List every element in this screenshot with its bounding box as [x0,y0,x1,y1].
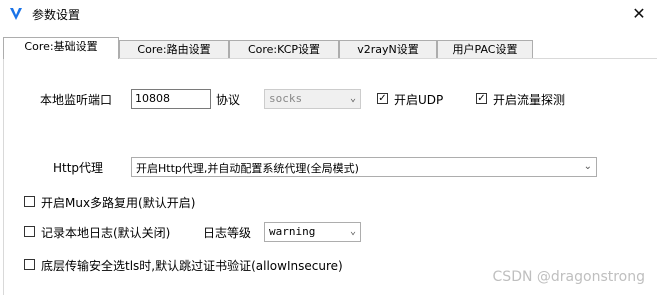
title-bar: 参数设置 ✕ [0,0,657,28]
log-level-value: warning [269,225,316,238]
watermark: CSDN @dragonstrong [492,269,645,285]
local-log-checkbox[interactable] [24,226,35,237]
http-proxy-select[interactable]: 开启Http代理,并自动配置系统代理(全局模式) ⌄ [131,157,597,177]
checkmark-icon: ✓ [477,93,486,104]
protocol-select: socks ⌄ [264,89,361,109]
chevron-down-icon: ⌄ [349,93,356,104]
chevron-down-icon: ⌄ [349,226,356,237]
enable-sniffing-label: 开启流量探测 [493,93,566,107]
window-title: 参数设置 [32,8,81,22]
allow-insecure-label: 底层传输安全选tls时,默认跳过证书验证(allowInsecure) [41,259,343,273]
checkmark-icon: ✓ [378,93,387,104]
mux-label: 开启Mux多路复用(默认开启) [41,196,196,210]
local-port-input[interactable]: 10808 [131,89,211,109]
tab-pac-settings[interactable]: 用户PAC设置 [437,40,533,58]
mux-checkbox[interactable] [24,196,35,207]
http-proxy-label: Http代理 [53,161,104,175]
basic-settings-panel: 本地监听端口 10808 协议 socks ⌄ ✓ 开启UDP ✓ 开启流量探测… [3,58,657,295]
log-level-label: 日志等级 [203,226,252,240]
local-port-label: 本地监听端口 [40,93,113,107]
tab-strip: Core:基础设置 Core:路由设置 Core:KCP设置 v2rayN设置 … [0,37,657,59]
allow-insecure-checkbox[interactable] [24,259,35,270]
http-proxy-value: 开启Http代理,并自动配置系统代理(全局模式) [136,162,359,175]
tab-core-routing[interactable]: Core:路由设置 [119,40,229,58]
protocol-label: 协议 [216,93,241,107]
protocol-value: socks [269,92,303,105]
close-icon[interactable]: ✕ [629,4,649,24]
tab-v2rayn-settings[interactable]: v2rayN设置 [339,40,437,58]
tab-core-kcp[interactable]: Core:KCP设置 [229,40,339,58]
v2rayn-logo-icon [10,8,22,20]
chevron-down-icon: ⌄ [583,161,592,172]
enable-udp-checkbox[interactable]: ✓ [377,93,388,104]
enable-sniffing-checkbox[interactable]: ✓ [476,93,487,104]
enable-udp-label: 开启UDP [394,93,444,107]
local-log-label: 记录本地日志(默认关闭) [41,226,171,240]
log-level-select[interactable]: warning ⌄ [264,222,361,242]
tab-core-basic[interactable]: Core:基础设置 [3,37,119,59]
